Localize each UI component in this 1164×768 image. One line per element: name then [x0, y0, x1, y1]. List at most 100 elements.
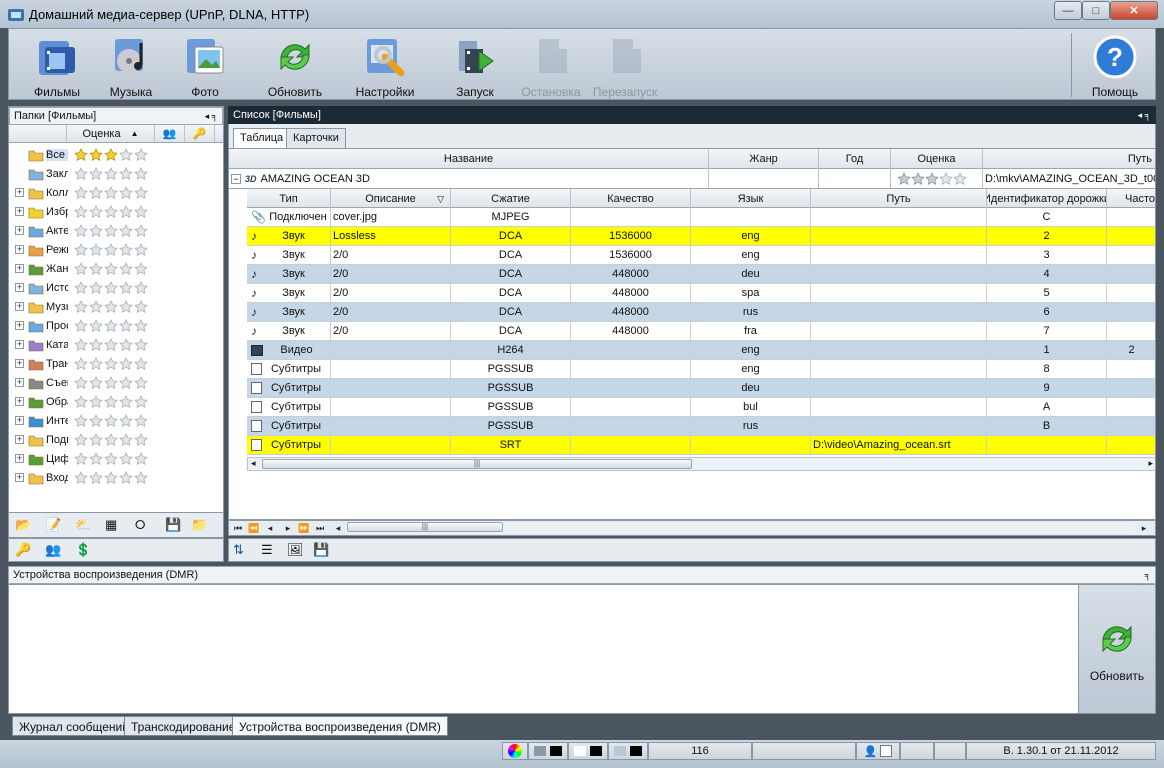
- folder-rating[interactable]: [74, 185, 148, 200]
- minimize-button[interactable]: —: [1054, 1, 1082, 20]
- track-row[interactable]: ♪ Звук 2/0 DCA 1536000 eng 3: [247, 246, 1155, 265]
- star-empty-icon[interactable]: [74, 204, 88, 219]
- star-empty-icon[interactable]: [74, 451, 88, 466]
- star-empty-icon[interactable]: [104, 299, 118, 314]
- tab-message-log[interactable]: Журнал сообщений: [12, 716, 136, 736]
- star-empty-icon[interactable]: [89, 242, 103, 257]
- star-empty-icon[interactable]: [134, 413, 148, 428]
- expand-icon[interactable]: +: [15, 340, 24, 349]
- first-page-icon[interactable]: ⏮: [231, 522, 245, 535]
- folder-rating[interactable]: [74, 432, 148, 447]
- star-empty-icon[interactable]: [134, 356, 148, 371]
- star-empty-icon[interactable]: [104, 223, 118, 238]
- people-icon[interactable]: 👥: [45, 542, 61, 558]
- star-empty-icon[interactable]: [89, 470, 103, 485]
- expand-icon[interactable]: +: [15, 226, 24, 235]
- restart-button[interactable]: Перезапуск: [585, 31, 665, 99]
- star-empty-icon[interactable]: [104, 470, 118, 485]
- save-list-icon[interactable]: 💾: [313, 542, 329, 558]
- star-empty-icon[interactable]: [119, 432, 133, 447]
- star-empty-icon[interactable]: [74, 166, 88, 181]
- star-empty-icon[interactable]: [104, 185, 118, 200]
- star-empty-icon[interactable]: [89, 432, 103, 447]
- track-row[interactable]: Субтитры PGSSUB bul A: [247, 398, 1155, 417]
- expand-icon[interactable]: +: [15, 321, 24, 330]
- maximize-button[interactable]: □: [1082, 1, 1110, 20]
- star-empty-icon[interactable]: [104, 204, 118, 219]
- expand-icon[interactable]: +: [15, 283, 24, 292]
- star-empty-icon[interactable]: [104, 432, 118, 447]
- star-empty-icon[interactable]: [134, 337, 148, 352]
- movies-button[interactable]: Фильмы: [17, 31, 97, 99]
- key-icon[interactable]: 🔑: [15, 542, 31, 558]
- tracks-hscrollbar[interactable]: ◂ ||| ▸: [247, 457, 1155, 471]
- star-empty-icon[interactable]: [74, 299, 88, 314]
- star-empty-icon[interactable]: [134, 299, 148, 314]
- movie-row[interactable]: − 3D AMAZING OCEAN 3D D:\mkv\AMAZING_OCE…: [229, 169, 1155, 189]
- star-empty-icon[interactable]: [119, 166, 133, 181]
- tab-table[interactable]: Таблица: [233, 128, 291, 148]
- column-header-genre[interactable]: Жанр: [709, 149, 819, 169]
- star-empty-icon[interactable]: [74, 318, 88, 333]
- pin-icon[interactable]: ◂ ╕: [1138, 110, 1151, 121]
- expand-icon[interactable]: +: [15, 207, 24, 216]
- folder-item[interactable]: + Съемка: [9, 373, 223, 392]
- folder-item[interactable]: + Музыка: [9, 297, 223, 316]
- folder-item[interactable]: + Режиссеры: [9, 240, 223, 259]
- folder-rating[interactable]: [74, 451, 148, 466]
- next-icon[interactable]: ▸: [281, 522, 295, 535]
- star-empty-icon[interactable]: [89, 280, 103, 295]
- track-row[interactable]: ♪ Звук 2/0 DCA 448000 fra 7: [247, 322, 1155, 341]
- star-empty-icon[interactable]: [119, 375, 133, 390]
- star-empty-icon[interactable]: [134, 204, 148, 219]
- star-empty-icon[interactable]: [119, 318, 133, 333]
- star-empty-icon[interactable]: [74, 261, 88, 276]
- folder-item[interactable]: + Интернет: [9, 411, 223, 430]
- star-empty-icon[interactable]: [89, 261, 103, 276]
- column-header-desc[interactable]: Описание ▽: [331, 189, 451, 209]
- star-empty-icon[interactable]: [134, 318, 148, 333]
- folder-rating[interactable]: [74, 204, 148, 219]
- star-empty-icon[interactable]: [104, 375, 118, 390]
- music-button[interactable]: Музыка: [91, 31, 171, 99]
- star-empty-icon[interactable]: [74, 432, 88, 447]
- edit-folder-icon[interactable]: 📝: [45, 517, 61, 533]
- expand-icon[interactable]: +: [15, 378, 24, 387]
- folder-rating[interactable]: [74, 375, 148, 390]
- tab-cards[interactable]: Карточки: [286, 128, 346, 148]
- star-empty-icon[interactable]: [104, 394, 118, 409]
- star-empty-icon[interactable]: [89, 337, 103, 352]
- column-header-path[interactable]: Путь: [811, 189, 987, 209]
- expand-icon[interactable]: +: [15, 359, 24, 368]
- track-row[interactable]: ♪ Звук 2/0 DCA 448000 spa 5: [247, 284, 1155, 303]
- money-icon[interactable]: 💲: [75, 542, 91, 558]
- prev-icon[interactable]: ◂: [263, 522, 277, 535]
- star-empty-icon[interactable]: [74, 223, 88, 238]
- photo-button[interactable]: Фото: [165, 31, 245, 99]
- star-empty-icon[interactable]: [89, 223, 103, 238]
- star-empty-icon[interactable]: [119, 337, 133, 352]
- star-empty-icon[interactable]: [119, 204, 133, 219]
- folder-rating[interactable]: [74, 242, 148, 257]
- star-empty-icon[interactable]: [134, 147, 148, 162]
- star-empty-icon[interactable]: [119, 356, 133, 371]
- color-swatch-2[interactable]: [568, 742, 608, 760]
- star-empty-icon[interactable]: [104, 413, 118, 428]
- track-row[interactable]: Субтитры SRT D:\video\Amazing_ocean.srt: [247, 436, 1155, 455]
- rating-column-header[interactable]: Оценка ▲: [67, 125, 155, 142]
- dmr-refresh-button[interactable]: Обновить: [1078, 584, 1156, 714]
- expand-icon[interactable]: +: [15, 264, 24, 273]
- start-button[interactable]: Запуск: [435, 31, 515, 99]
- folder-item[interactable]: + Цифровое: [9, 449, 223, 468]
- stop-button[interactable]: Остановка: [511, 31, 591, 99]
- track-row[interactable]: ♪ Звук 2/0 DCA 448000 deu 4: [247, 265, 1155, 284]
- column-header-year[interactable]: Год: [819, 149, 891, 169]
- folder-rating[interactable]: [74, 147, 148, 162]
- expand-icon[interactable]: +: [15, 473, 24, 482]
- star-empty-icon[interactable]: [134, 470, 148, 485]
- star-empty-icon[interactable]: [89, 413, 103, 428]
- track-row[interactable]: ♪ Звук Lossless DCA 1536000 eng 2: [247, 227, 1155, 246]
- folder-item[interactable]: + Жанры: [9, 259, 223, 278]
- star-filled-icon[interactable]: [89, 147, 103, 162]
- star-empty-icon[interactable]: [74, 185, 88, 200]
